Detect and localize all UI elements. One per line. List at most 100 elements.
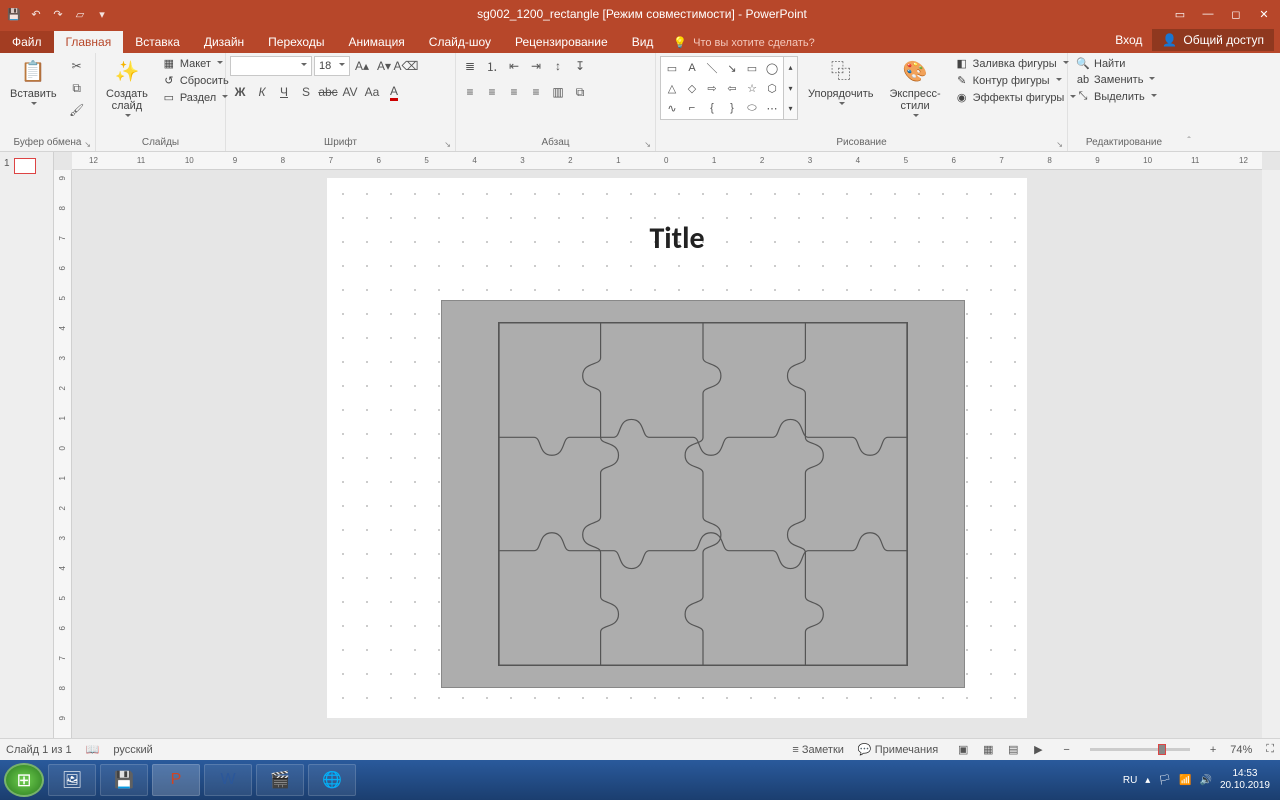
shape-star-icon[interactable]: ☆ <box>743 79 761 97</box>
gray-rectangle-shape[interactable] <box>441 300 965 688</box>
bold-icon[interactable]: Ж <box>230 82 250 102</box>
columns-icon[interactable]: ▥ <box>548 82 568 102</box>
tab-view[interactable]: Вид <box>620 31 666 53</box>
sorter-view-icon[interactable]: ▦ <box>977 743 999 756</box>
signin-button[interactable]: Вход <box>1115 33 1142 47</box>
shape-diamond-icon[interactable]: ◇ <box>683 79 701 97</box>
char-spacing-icon[interactable]: AV <box>340 82 360 102</box>
expand-gallery-icon[interactable]: ▾ <box>784 98 797 119</box>
tray-clock[interactable]: 14:53 20.10.2019 <box>1220 768 1276 792</box>
shape-rect-icon[interactable]: ▭ <box>663 59 681 77</box>
shape-gallery-scroll[interactable]: ▴▾▾ <box>784 56 798 120</box>
redo-icon[interactable]: ↷ <box>50 8 66 21</box>
shape-brace-l-icon[interactable]: { <box>703 99 721 117</box>
slide-thumbnails-pane[interactable]: 1 <box>0 152 54 740</box>
shape-outline-button[interactable]: ✎Контур фигуры <box>951 73 1081 88</box>
notes-button[interactable]: ≡ Заметки <box>792 744 844 756</box>
shape-connector-icon[interactable]: ⌐ <box>683 99 701 117</box>
tray-flag-icon[interactable]: 🏳 <box>1158 775 1171 786</box>
vertical-scrollbar[interactable] <box>1262 170 1280 740</box>
shape-brace-r-icon[interactable]: } <box>723 99 741 117</box>
taskbar-powerpoint[interactable]: P <box>152 764 200 796</box>
zoom-out-button[interactable]: − <box>1063 744 1069 756</box>
shape-gallery[interactable]: ▭A＼↘▭◯ △◇⇨⇦☆⬡ ∿⌐{}⬭⋯ <box>660 56 784 120</box>
shape-effects-button[interactable]: ◉Эффекты фигуры <box>951 90 1081 105</box>
tab-home[interactable]: Главная <box>54 31 124 53</box>
paste-button[interactable]: 📋 Вставить <box>4 56 63 110</box>
taskbar-app-5[interactable]: 🎬 <box>256 764 304 796</box>
layout-button[interactable]: ▦Макет <box>158 56 233 71</box>
font-name-combo[interactable] <box>230 56 312 76</box>
line-spacing-icon[interactable]: ↕ <box>548 56 568 76</box>
tab-file[interactable]: Файл <box>0 31 54 53</box>
quick-styles-button[interactable]: 🎨 Экспресс- стили <box>883 56 946 122</box>
puzzle-graphic[interactable] <box>498 322 908 666</box>
start-from-beginning-icon[interactable]: ▱ <box>72 8 88 21</box>
fit-to-window-icon[interactable]: ⛶ <box>1266 743 1274 756</box>
shape-triangle-icon[interactable]: △ <box>663 79 681 97</box>
shape-more-icon[interactable]: ⋯ <box>763 99 781 117</box>
shape-larrow-icon[interactable]: ⇦ <box>723 79 741 97</box>
numbering-icon[interactable]: ⒈ <box>482 56 502 76</box>
thumbnail-slide-1[interactable]: 1 <box>4 158 49 174</box>
slide-title-text[interactable]: Title <box>327 220 1027 257</box>
change-case-icon[interactable]: Aa <box>362 82 382 102</box>
spellcheck-icon[interactable]: 📖 <box>86 743 100 756</box>
taskbar-chrome[interactable]: 🌐 <box>308 764 356 796</box>
taskbar-app-1[interactable]: 🖼 <box>48 764 96 796</box>
text-direction-icon[interactable]: ↧ <box>570 56 590 76</box>
close-icon[interactable]: ✕ <box>1252 4 1276 24</box>
tray-lang[interactable]: RU <box>1123 775 1137 786</box>
strike-icon[interactable]: abc <box>318 82 338 102</box>
comments-button[interactable]: 💬 Примечания <box>858 743 938 756</box>
shape-curve-icon[interactable]: ∿ <box>663 99 681 117</box>
reading-view-icon[interactable]: ▤ <box>1002 743 1024 756</box>
copy-icon[interactable]: ⧉ <box>67 78 87 98</box>
tray-volume-icon[interactable]: 🔊 <box>1199 775 1211 786</box>
select-button[interactable]: ⤡Выделить <box>1072 89 1161 104</box>
shape-fill-button[interactable]: ◧Заливка фигуры <box>951 56 1081 71</box>
font-color-icon[interactable]: A <box>384 82 404 102</box>
taskbar-app-2[interactable]: 💾 <box>100 764 148 796</box>
zoom-level[interactable]: 74% <box>1230 744 1252 756</box>
cut-icon[interactable]: ✂ <box>67 56 87 76</box>
shape-arrow-icon[interactable]: ↘ <box>723 59 741 77</box>
slide-canvas[interactable]: Title <box>72 170 1262 740</box>
tab-review[interactable]: Рецензирование <box>503 31 620 53</box>
shadow-icon[interactable]: S <box>296 82 316 102</box>
shape-rectangle-icon[interactable]: ▭ <box>743 59 761 77</box>
thumb-preview[interactable] <box>14 158 36 174</box>
tell-me[interactable]: 💡 Что вы хотите сделать? <box>665 36 822 53</box>
section-button[interactable]: ▭Раздел <box>158 90 233 105</box>
outdent-icon[interactable]: ⇤ <box>504 56 524 76</box>
tray-up-icon[interactable]: ▴ <box>1145 775 1150 786</box>
smartart-icon[interactable]: ⧉ <box>570 82 590 102</box>
share-button[interactable]: 👤 Общий доступ <box>1152 29 1274 51</box>
new-slide-button[interactable]: ✨ Создать слайд <box>100 56 154 122</box>
shape-rarrow-icon[interactable]: ⇨ <box>703 79 721 97</box>
scroll-up-icon[interactable]: ▴ <box>784 57 797 78</box>
bullets-icon[interactable]: ≣ <box>460 56 480 76</box>
indent-icon[interactable]: ⇥ <box>526 56 546 76</box>
tab-slideshow[interactable]: Слайд-шоу <box>417 31 503 53</box>
shape-text-icon[interactable]: A <box>683 59 701 77</box>
format-painter-icon[interactable]: 🖌 <box>67 100 87 120</box>
tab-transitions[interactable]: Переходы <box>256 31 336 53</box>
align-right-icon[interactable]: ≡ <box>504 82 524 102</box>
replace-button[interactable]: abЗаменить <box>1072 73 1161 87</box>
align-left-icon[interactable]: ≡ <box>460 82 480 102</box>
tab-design[interactable]: Дизайн <box>192 31 256 53</box>
zoom-in-button[interactable]: + <box>1210 744 1216 756</box>
collapse-ribbon-icon[interactable]: ˆ <box>1187 136 1190 147</box>
tab-insert[interactable]: Вставка <box>123 31 192 53</box>
tray-network-icon[interactable]: 📶 <box>1179 775 1191 786</box>
grow-font-icon[interactable]: A▴ <box>352 56 372 76</box>
shape-callout-icon[interactable]: ⬭ <box>743 99 761 117</box>
slideshow-view-icon[interactable]: ▶ <box>1027 743 1049 756</box>
shape-oval-icon[interactable]: ◯ <box>763 59 781 77</box>
find-button[interactable]: 🔍Найти <box>1072 56 1161 71</box>
shape-hex-icon[interactable]: ⬡ <box>763 79 781 97</box>
ribbon-options-icon[interactable]: ▭ <box>1168 4 1192 24</box>
clear-format-icon[interactable]: A⌫ <box>396 56 416 76</box>
scroll-down-icon[interactable]: ▾ <box>784 78 797 99</box>
